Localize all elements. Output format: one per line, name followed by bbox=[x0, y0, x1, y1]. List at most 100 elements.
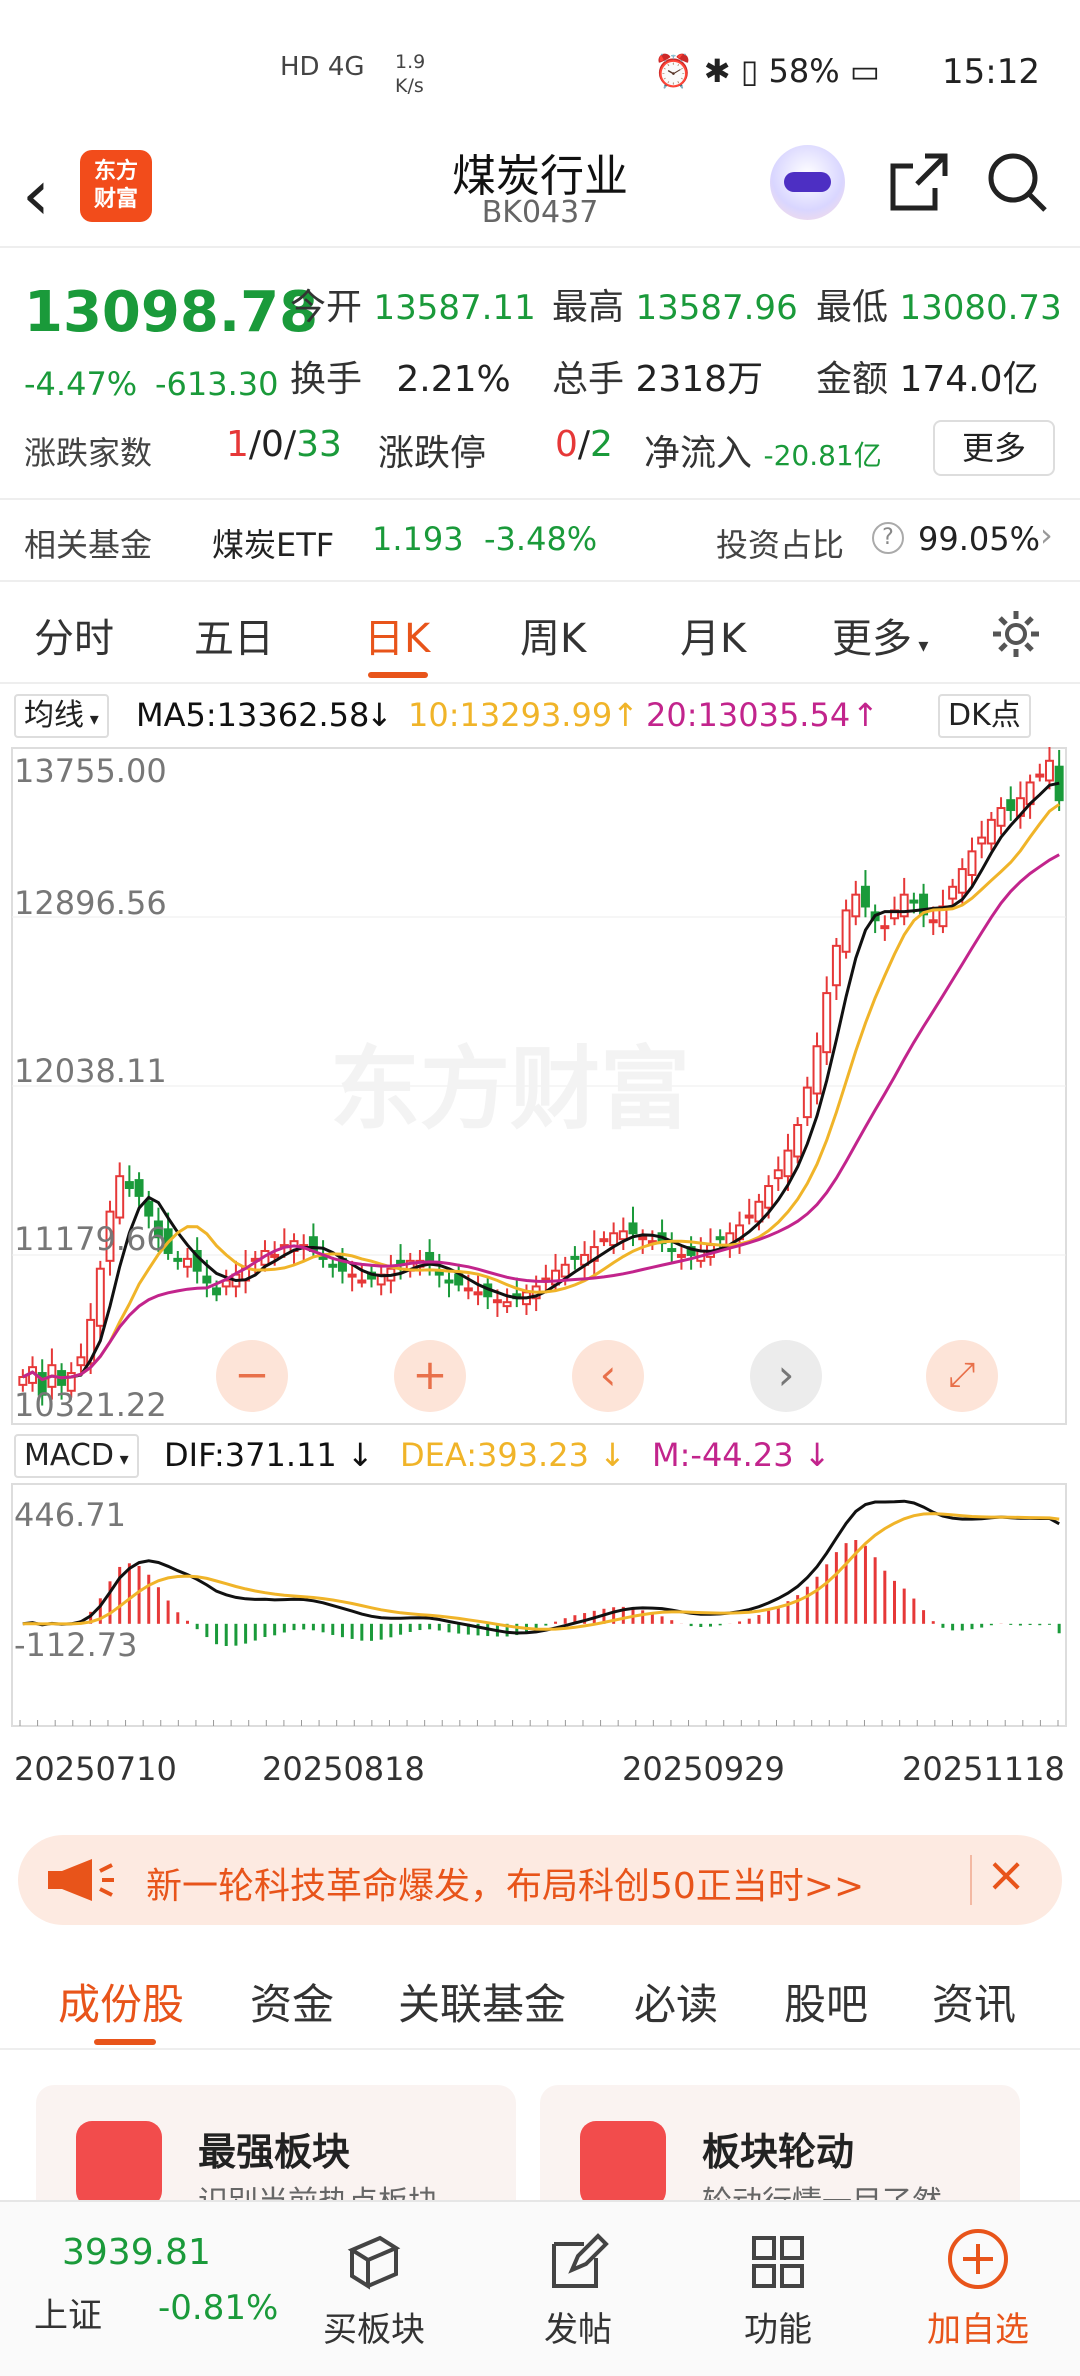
tab-weekly-k[interactable]: 周K bbox=[520, 606, 586, 664]
promo-banner[interactable]: 新一轮科技革命爆发，布局科创50正当时>> × bbox=[18, 1835, 1062, 1925]
buy-sector-icon bbox=[347, 2235, 401, 2290]
gear-icon[interactable] bbox=[990, 608, 1042, 660]
turnover-value: 2.21% bbox=[396, 359, 511, 400]
candle-body bbox=[212, 1287, 222, 1296]
candle-body bbox=[860, 885, 870, 908]
grid-icon bbox=[752, 2236, 804, 2288]
breadth-counts: 1/0/33 bbox=[226, 424, 342, 465]
candle-body bbox=[812, 1045, 822, 1095]
index-pct[interactable]: -0.81% bbox=[158, 2288, 278, 2328]
candle-body bbox=[967, 850, 977, 876]
fund-label: 相关基金 bbox=[24, 526, 153, 564]
change-pct: -4.47% bbox=[24, 365, 138, 403]
index-value[interactable]: 3939.81 bbox=[62, 2232, 211, 2273]
candle-body bbox=[928, 919, 938, 924]
candle-body bbox=[977, 836, 987, 845]
limit-label: 涨跌停 bbox=[378, 433, 487, 474]
turnover-label: 换手 bbox=[290, 359, 363, 400]
close-icon[interactable]: × bbox=[986, 1847, 1026, 1903]
quote-panel: 13098.78 -4.47% -613.30 今开 13587.11 最高 1… bbox=[0, 250, 1080, 500]
detail-tabs: 成份股 资金 关联基金 必读 股吧 资讯 bbox=[0, 1945, 1080, 2050]
candle-body bbox=[744, 1214, 754, 1219]
change-value: -613.30 bbox=[155, 365, 279, 403]
related-fund-row[interactable]: 相关基金 煤炭ETF 1.193 -3.48% 投资占比 ? 99.05% › bbox=[0, 502, 1080, 582]
price-axis-label: 11179.66 bbox=[14, 1220, 167, 1258]
candle-body bbox=[822, 992, 832, 1054]
candle-body bbox=[715, 1236, 725, 1241]
tab-monthly-k[interactable]: 月K bbox=[680, 606, 746, 664]
macd-selector[interactable]: MACD ▾ bbox=[14, 1434, 139, 1478]
last-price: 13098.78 bbox=[24, 280, 319, 345]
tab-daily-k[interactable]: 日K bbox=[364, 606, 430, 664]
index-name[interactable]: 上证 bbox=[34, 2288, 102, 2337]
candle-body bbox=[473, 1291, 483, 1296]
candle-body bbox=[270, 1253, 280, 1258]
tab-five-day[interactable]: 五日 bbox=[194, 606, 274, 664]
scroll-right-button[interactable]: › bbox=[750, 1340, 822, 1412]
chart-period-tabs: 分时 五日 日K 周K 月K 更多 ▾ bbox=[0, 584, 1080, 684]
help-icon[interactable]: ? bbox=[872, 522, 904, 554]
buy-sector-button[interactable]: 买板块 bbox=[304, 2202, 444, 2350]
candle-body bbox=[76, 1356, 86, 1367]
candle-body bbox=[841, 909, 851, 953]
candle-body bbox=[764, 1185, 774, 1209]
date-axis-label: 20250818 bbox=[262, 1750, 425, 1788]
more-button[interactable]: 更多 bbox=[933, 420, 1055, 476]
tab-must-read[interactable]: 必读 bbox=[634, 1971, 718, 2032]
candle-body bbox=[599, 1238, 609, 1243]
amount-label: 金额 bbox=[816, 359, 889, 400]
tab-constituents[interactable]: 成份股 bbox=[58, 1971, 184, 2032]
zoom-in-button[interactable]: + bbox=[394, 1340, 466, 1412]
ratio-value: 99.05% bbox=[918, 520, 1041, 558]
back-icon[interactable]: ‹ bbox=[22, 150, 50, 240]
candle-body bbox=[773, 1169, 783, 1180]
tab-intraday[interactable]: 分时 bbox=[34, 606, 114, 664]
post-button[interactable]: 发帖 bbox=[508, 2202, 648, 2350]
macd-pane-border bbox=[11, 1483, 1067, 1727]
candle-body bbox=[986, 818, 996, 845]
tab-related-funds[interactable]: 关联基金 bbox=[398, 1971, 566, 2032]
clock: 15:12 bbox=[942, 52, 1040, 92]
candle-body bbox=[502, 1301, 512, 1308]
divider bbox=[970, 1855, 972, 1905]
candle-body bbox=[463, 1287, 473, 1292]
date-axis-label: 20250929 bbox=[622, 1750, 785, 1788]
candle-body bbox=[570, 1255, 580, 1260]
kline-chart-area[interactable]: 均线 ▾ MA5:13362.58 ↓ 10:13293.99 ↑ 20:130… bbox=[0, 686, 1080, 1816]
scroll-left-button[interactable]: ‹ bbox=[572, 1340, 644, 1412]
active-tab-indicator bbox=[94, 2039, 156, 2045]
add-watchlist-button[interactable]: 加自选 bbox=[908, 2202, 1048, 2350]
edit-icon bbox=[552, 2233, 609, 2288]
tab-news[interactable]: 资讯 bbox=[932, 1971, 1016, 2032]
open-value: 13587.11 bbox=[373, 288, 536, 328]
candle-body bbox=[183, 1257, 192, 1268]
price-axis-label: 12038.11 bbox=[14, 1052, 167, 1090]
zoom-out-button[interactable]: − bbox=[216, 1340, 288, 1412]
candle-body bbox=[638, 1236, 648, 1241]
bottom-item-label: 买板块 bbox=[323, 2310, 425, 2350]
candle-body bbox=[444, 1279, 454, 1284]
share-icon[interactable] bbox=[885, 150, 951, 216]
candle-body bbox=[802, 1086, 812, 1119]
candle-body bbox=[996, 807, 1006, 827]
tab-more[interactable]: 更多 ▾ bbox=[832, 606, 928, 664]
low-label: 最低 bbox=[816, 287, 889, 328]
dif-legend: DIF:371.11 ↓ bbox=[164, 1436, 374, 1474]
assistant-robot-icon[interactable] bbox=[770, 145, 845, 220]
candle-body bbox=[560, 1263, 570, 1278]
fullscreen-icon[interactable]: ⤢ bbox=[926, 1340, 998, 1412]
tab-capital[interactable]: 资金 bbox=[250, 1971, 334, 2032]
search-icon[interactable] bbox=[985, 150, 1051, 216]
tab-forum[interactable]: 股吧 bbox=[784, 1971, 868, 2032]
battery-indicator: ⏰ ✱ ▯ 58% ▭ bbox=[653, 52, 880, 90]
candle-body bbox=[347, 1273, 357, 1278]
card-title: 最强板块 bbox=[198, 2130, 351, 2174]
functions-button[interactable]: 功能 bbox=[708, 2202, 848, 2350]
candle-body bbox=[618, 1230, 628, 1241]
plus-circle-icon bbox=[948, 2229, 1008, 2289]
low-value: 13080.73 bbox=[899, 288, 1062, 328]
inflow-value: -20.81亿 bbox=[763, 439, 882, 472]
bottom-item-label: 加自选 bbox=[927, 2310, 1029, 2350]
candle-body bbox=[1044, 759, 1054, 782]
chevron-right-icon: › bbox=[1040, 516, 1053, 554]
